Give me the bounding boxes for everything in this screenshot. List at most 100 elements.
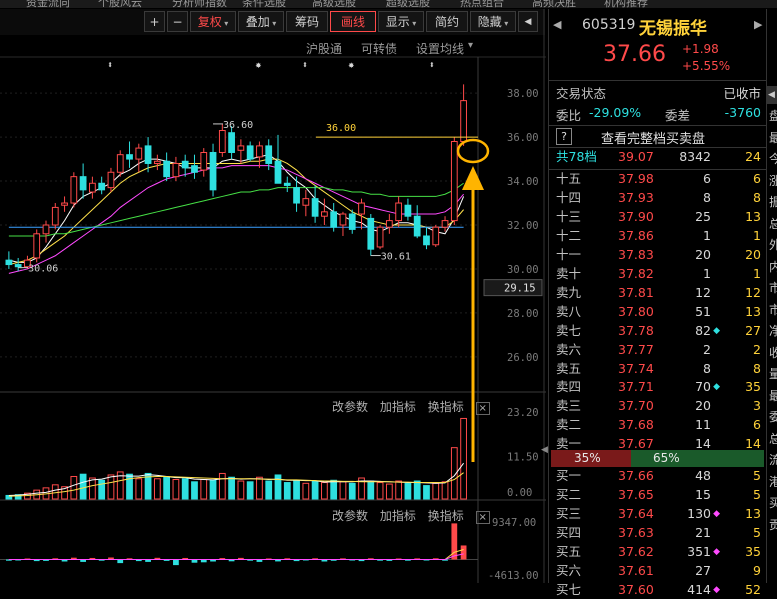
order-row[interactable]: 卖六 37.77 2 2 — [549, 341, 766, 359]
order-row[interactable]: 买五 37.62 351 ◆ 35 — [549, 543, 766, 561]
order-change: 1 — [753, 265, 761, 281]
order-volume: 1 — [703, 227, 711, 243]
order-row[interactable]: 卖四 37.71 70 ◆ 35 — [549, 378, 766, 396]
close-icon[interactable]: × — [475, 511, 490, 524]
kline-chart[interactable]: 38.00 36.00 34.00 32.00 30.00 28.00 26.00 29.15… — [0, 0, 546, 583]
huanzhibiao-button[interactable]: 换指标 — [428, 400, 464, 414]
current-price-label: 29.15 — [504, 283, 536, 295]
y-tick-label: 36.00 — [507, 132, 539, 144]
order-row[interactable]: 卖八 37.80 51 13 — [549, 303, 766, 321]
order-change: 13 — [745, 303, 761, 319]
volume-bar — [321, 482, 328, 500]
event-marker: ⬍ — [107, 60, 113, 71]
order-row[interactable]: 十四 37.93 8 8 — [549, 189, 766, 207]
order-row[interactable]: 买六 37.61 27 9 — [549, 562, 766, 580]
order-price: 37.93 — [618, 189, 654, 205]
volume-bar — [228, 476, 235, 500]
stripe-char: 盘 — [769, 107, 777, 124]
order-row[interactable]: 卖三 37.70 20 3 — [549, 397, 766, 415]
order-volume: 27 — [695, 562, 711, 578]
gaicanshu-button[interactable]: 改参数 — [332, 400, 368, 414]
order-price: 37.68 — [618, 417, 654, 433]
order-change: 13 — [745, 505, 761, 521]
volume-bar — [367, 480, 375, 500]
volume-bar — [200, 479, 208, 500]
order-change: 35 — [745, 543, 761, 559]
y-tick-label: 32.00 — [507, 220, 539, 232]
volume-bar — [107, 474, 115, 500]
volume-bar — [89, 477, 96, 500]
order-row[interactable]: 买一 37.66 48 5 — [549, 467, 766, 485]
y-tick-label: 0.00 — [507, 487, 532, 499]
order-label: 十二 — [556, 227, 582, 243]
order-change: 9 — [753, 562, 761, 578]
volume-bar — [135, 478, 143, 500]
order-volume: 8 — [703, 189, 711, 205]
jiazhibiao-button[interactable]: 加指标 — [380, 509, 416, 523]
order-price: 37.90 — [618, 208, 654, 224]
y-tick-label: -4613.00 — [488, 570, 539, 582]
stripe-char: 买 — [769, 494, 777, 511]
candle-body — [42, 224, 50, 235]
order-change: 20 — [745, 246, 761, 262]
close-icon[interactable]: × — [475, 402, 490, 415]
menu-item[interactable]: 机构推荐 — [604, 0, 648, 8]
order-row[interactable]: 卖七 37.78 82 ◆ 27 — [549, 322, 766, 340]
order-row[interactable]: 十二 37.86 1 1 — [549, 227, 766, 245]
order-change: 3 — [753, 398, 761, 414]
order-row[interactable]: 买四 37.63 21 5 — [549, 524, 766, 542]
order-label: 卖二 — [556, 417, 582, 433]
order-row[interactable]: 买七 37.60 414 ◆ 52 — [549, 581, 766, 599]
scroll-left-icon[interactable]: ◀ — [541, 445, 548, 455]
candle-body — [61, 202, 68, 206]
gaicanshu-button[interactable]: 改参数 — [332, 509, 368, 523]
order-volume: 11 — [695, 417, 711, 433]
order-row[interactable]: 卖十 37.82 1 1 — [549, 265, 766, 283]
prev-stock-icon[interactable]: ◀ — [553, 18, 561, 31]
candle-body — [218, 130, 226, 153]
jiazhibiao-button[interactable]: 加指标 — [380, 400, 416, 414]
candle-body — [107, 171, 115, 189]
order-price: 37.66 — [618, 468, 654, 483]
order-volume: 130 — [687, 505, 711, 521]
order-row[interactable]: 十一 37.83 20 20 — [549, 246, 766, 264]
candle-body — [79, 176, 87, 191]
candle-body — [367, 217, 375, 250]
annotation-label: 30.06 — [28, 264, 58, 275]
stripe-char: 涨 — [769, 172, 777, 189]
indicator-line — [8, 553, 464, 560]
candle-body — [228, 132, 235, 153]
highlight-ellipse — [456, 138, 490, 164]
annotation-label: 36.60 — [223, 120, 253, 131]
order-change: 8 — [753, 189, 761, 205]
candle-body — [283, 182, 291, 186]
candle-body — [172, 162, 180, 178]
collapse-side-icon[interactable]: ◀ — [766, 86, 777, 104]
order-row[interactable]: 卖九 37.81 12 12 — [549, 284, 766, 302]
order-row[interactable]: 买三 37.64 130 ◆ 13 — [549, 505, 766, 523]
order-row[interactable]: 卖五 37.74 8 8 — [549, 360, 766, 378]
help-icon[interactable]: ? — [556, 128, 572, 145]
order-label: 十一 — [556, 246, 582, 262]
order-row[interactable]: 卖二 37.68 11 6 — [549, 416, 766, 434]
huanzhibiao-button[interactable]: 换指标 — [428, 509, 464, 523]
order-label: 十五 — [556, 171, 582, 186]
order-row[interactable]: 买二 37.65 15 5 — [549, 486, 766, 504]
order-price: 37.63 — [618, 524, 654, 540]
next-stock-icon[interactable]: ▶ — [754, 18, 762, 31]
indicator-bar — [117, 559, 124, 564]
last-price: 37.66 — [603, 42, 666, 67]
order-row[interactable]: 十五 37.98 6 6 — [549, 170, 766, 188]
full-order-link[interactable]: 查看完整档买卖盘 — [601, 128, 705, 147]
order-mark: ◆ — [713, 325, 720, 336]
candle-body — [432, 226, 440, 246]
volume-bar — [126, 473, 133, 500]
order-row[interactable]: 十三 37.90 25 13 — [549, 208, 766, 226]
candle-body — [274, 160, 282, 184]
stripe-char: 净 — [769, 322, 777, 339]
volume-bar — [209, 479, 217, 500]
candle-body — [460, 100, 467, 142]
order-change: 12 — [745, 284, 761, 300]
weicha-value: -3760 — [724, 105, 761, 120]
order-change: 6 — [753, 171, 761, 186]
